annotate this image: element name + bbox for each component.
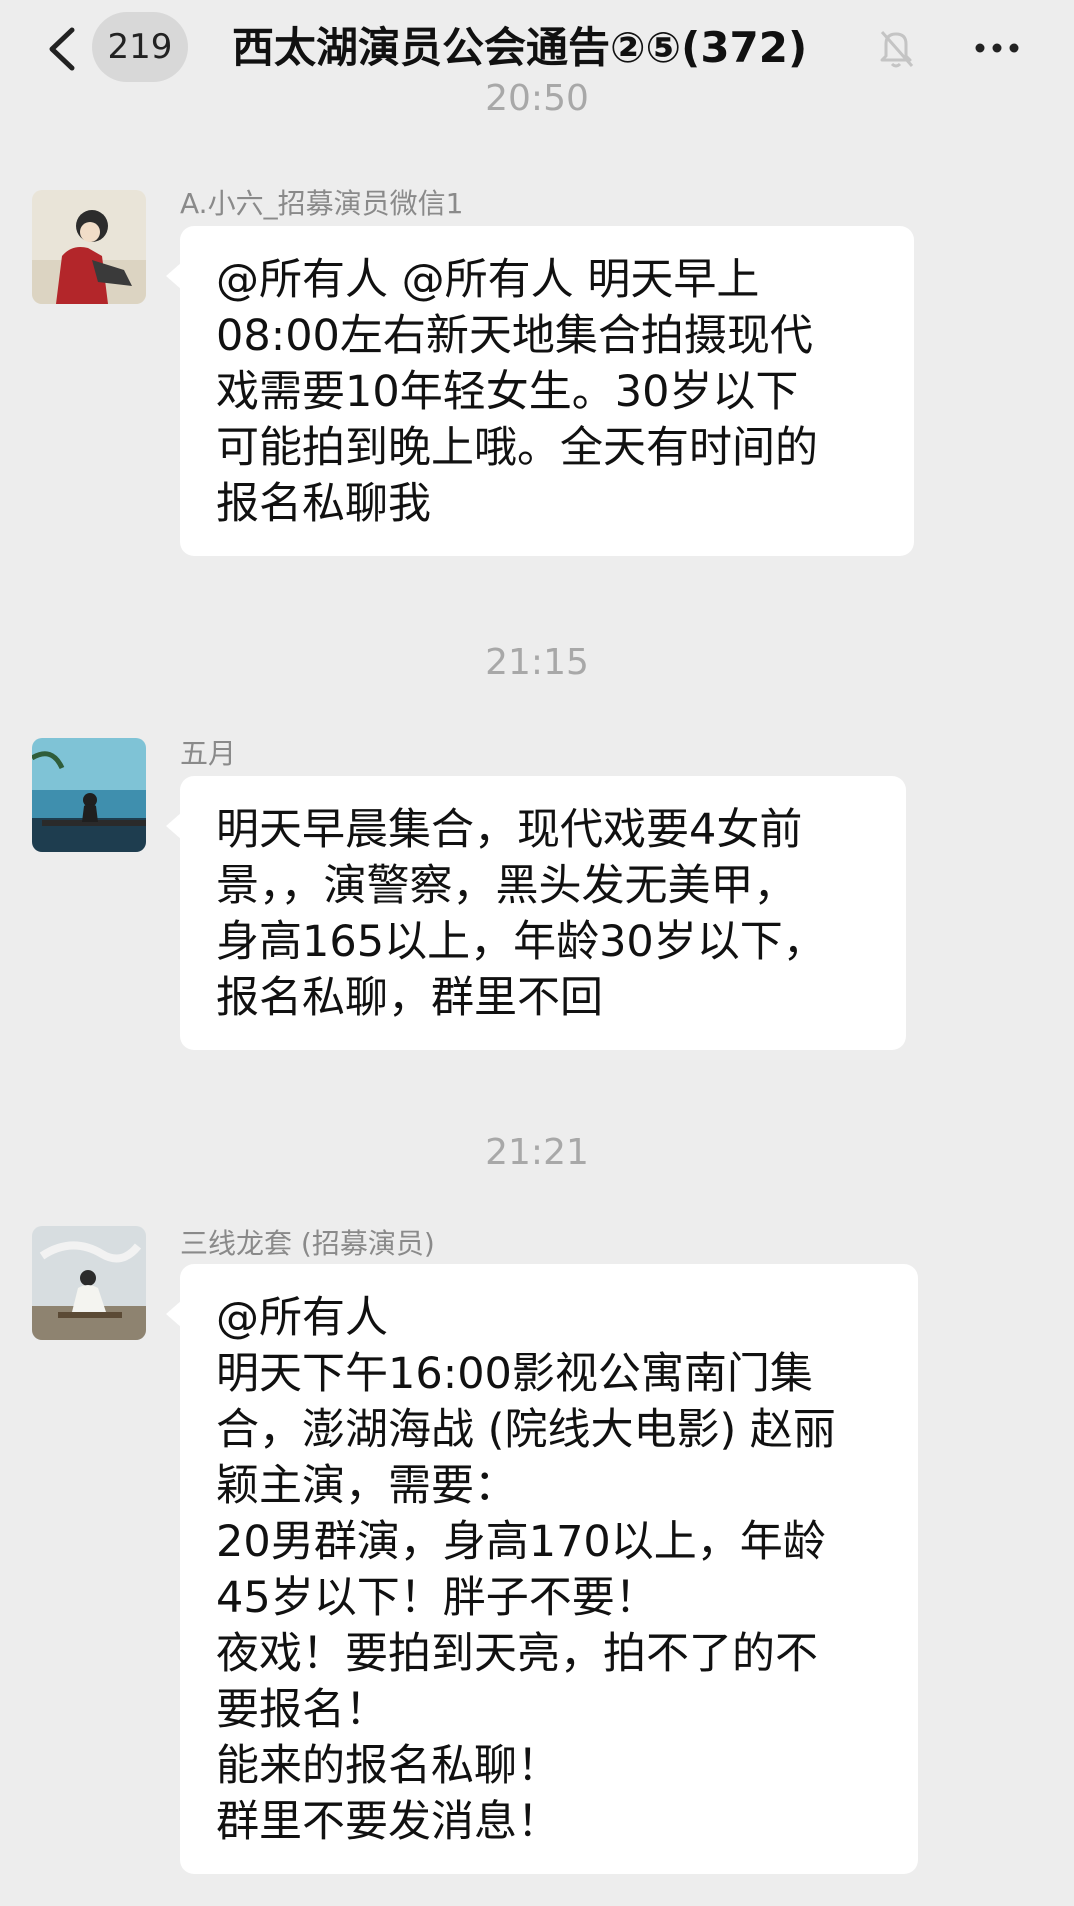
- avatar[interactable]: [32, 190, 146, 304]
- sender-name: A.小六_招募演员微信1: [180, 187, 464, 220]
- message-bubble[interactable]: 明天早晨集合，现代戏要4女前 景，，演警察，黑头发无美甲， 身高165以上，年龄…: [166, 776, 906, 1050]
- chevron-left-icon[interactable]: [44, 26, 84, 72]
- message-timestamp: 21:21: [485, 1132, 589, 1173]
- message-timestamp: 21:15: [485, 642, 589, 683]
- avatar[interactable]: [32, 738, 146, 852]
- message-bubble[interactable]: @所有人 明天下午16:00影视公寓南门集 合，澎湖海战 (院线大电影) 赵丽 …: [166, 1264, 918, 1874]
- sender-name: 五月: [180, 737, 237, 770]
- chat-screen: 219 西太湖演员公会通告②⑤(372) 20:50 A.小六_招募演员微信1 …: [0, 0, 1074, 1906]
- sender-name: 三线龙套 (招募演员): [180, 1227, 435, 1260]
- message-timestamp: 20:50: [485, 78, 589, 119]
- chat-title: 西太湖演员公会通告②⑤(372): [232, 23, 808, 72]
- bell-off-icon: [880, 31, 914, 68]
- more-dots-icon[interactable]: [970, 26, 1024, 70]
- avatar[interactable]: [32, 1226, 146, 1340]
- message-bubble[interactable]: @所有人 @所有人 明天早上 08:00左右新天地集合拍摄现代 戏需要10年轻女…: [166, 226, 914, 556]
- unread-count-badge[interactable]: 219: [92, 12, 188, 82]
